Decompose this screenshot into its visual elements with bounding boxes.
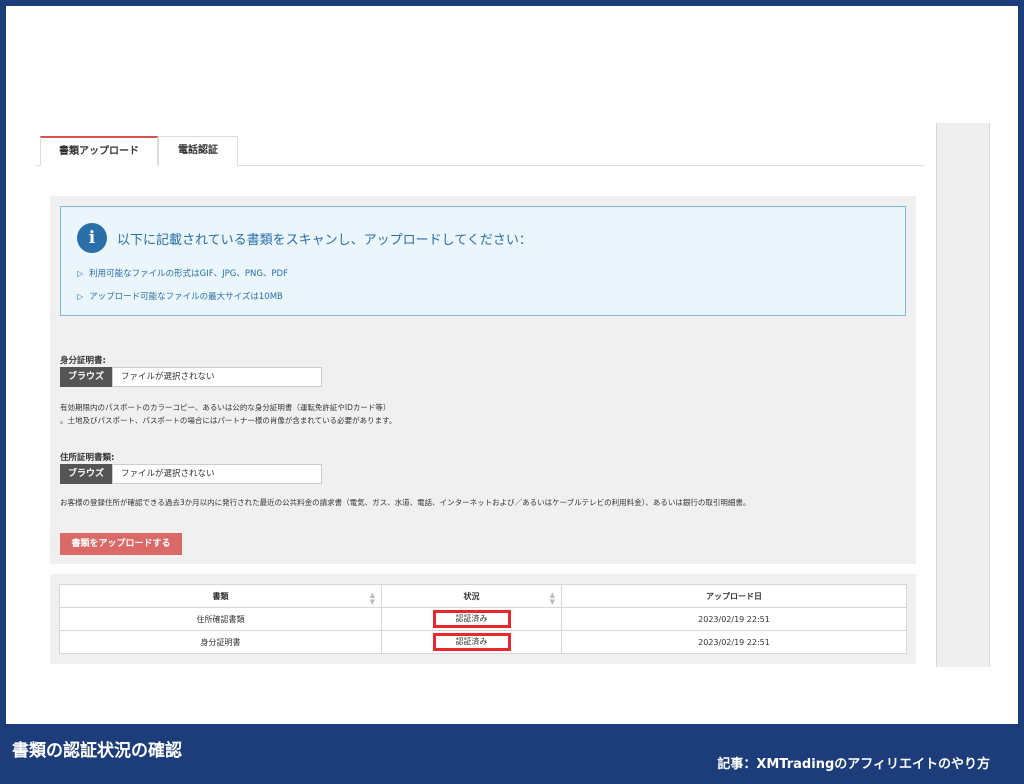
info-title: 以下に記載されている書類をスキャンし、アップロードしてください： [117,233,532,248]
status-badge: 認証済み [432,610,511,628]
column-header-label: 状況 [463,591,480,601]
id-document-file-input[interactable]: ブラウズ ファイルが選択されない [60,367,322,387]
id-document-browse-button[interactable]: ブラウズ [60,367,112,387]
cell-document: 住所確認書類 [59,607,382,631]
upload-documents-button[interactable]: 書類をアップロードする [60,533,182,555]
table-row: 住所確認書類 認証済み 2023/02/19 22:51 [59,607,907,631]
info-item-formats: ▷ 利用可能なファイルの形式はGIF、JPG、PNG、PDF [77,267,288,279]
address-document-description: お客様の登録住所が確認できる過去3か月以内に発行された最近の公共料金の請求書（電… [60,498,751,507]
id-document-label: 身分証明書: [60,356,106,366]
id-document-description: 有効期限内のパスポートのカラーコピー、あるいは公的な身分証明書（運転免許証やID… [60,401,396,427]
info-item-max-size: ▷ アップロード可能なファイルの最大サイズは10MB [77,290,283,302]
documents-table-panel: 書類 ▲ ▼ 状況 ▲ ▼ アップロード日 住所確認書類 認証済み 2023/02/19… [50,574,916,664]
sort-icon[interactable]: ▲ ▼ [370,592,375,606]
cell-upload-date: 2023/02/19 22:51 [561,630,907,654]
id-document-file-name[interactable]: ファイルが選択されない [112,367,322,387]
table-header-row: 書類 ▲ ▼ 状況 ▲ ▼ アップロード日 [59,584,907,608]
cell-status: 認証済み [381,630,562,654]
tab-document-upload[interactable]: 書類アップロード [40,136,158,166]
column-header-label: 書類 [212,591,229,601]
cell-upload-date: 2023/02/19 22:51 [561,607,907,631]
address-document-file-input[interactable]: ブラウズ ファイルが選択されない [60,464,322,484]
table-row: 身分証明書 認証済み 2023/02/19 22:51 [59,630,907,654]
triangle-right-icon: ▷ [77,292,84,301]
description-line: 有効期限内のパスポートのカラーコピー、あるいは公的な身分証明書（運転免許証やID… [60,403,391,412]
footer-title: 書類の認証状況の確認 [12,741,182,761]
address-document-file-name[interactable]: ファイルが選択されない [112,464,322,484]
info-item-text: アップロード可能なファイルの最大サイズは10MB [89,292,283,302]
info-icon: i [77,223,107,253]
status-badge: 認証済み [432,633,511,651]
address-document-label: 住所証明書類: [60,453,115,463]
tab-phone-verification[interactable]: 電話認証 [158,136,238,166]
footer-article-label: 記事：XMTradingのアフィリエイトのやり方 [717,757,990,772]
column-header-document[interactable]: 書類 ▲ ▼ [59,584,382,608]
column-header-label: アップロード日 [706,591,762,601]
sort-icon[interactable]: ▲ ▼ [550,592,555,606]
tab-bar: 書類アップロード 電話認証 [36,136,924,166]
documents-table: 書類 ▲ ▼ 状況 ▲ ▼ アップロード日 住所確認書類 認証済み 2023/02/19… [59,584,907,654]
address-document-browse-button[interactable]: ブラウズ [60,464,112,484]
right-side-panel [936,123,990,667]
column-header-status[interactable]: 状況 ▲ ▼ [381,584,562,608]
screenshot-frame: 書類アップロード 電話認証 i 以下に記載されている書類をスキャンし、アップロー… [6,6,1018,724]
cell-status: 認証済み [381,607,562,631]
triangle-right-icon: ▷ [77,269,84,278]
upload-panel: i 以下に記載されている書類をスキャンし、アップロードしてください： ▷ 利用可能… [50,196,916,564]
info-box: i 以下に記載されている書類をスキャンし、アップロードしてください： ▷ 利用可能… [60,206,906,316]
cell-document: 身分証明書 [59,630,382,654]
column-header-upload-date[interactable]: アップロード日 [561,584,907,608]
description-line: 。土地及びパスポート、パスポートの場合にはパートナー様の肖像が含まれている必要が… [60,416,397,425]
info-item-text: 利用可能なファイルの形式はGIF、JPG、PNG、PDF [89,269,288,279]
